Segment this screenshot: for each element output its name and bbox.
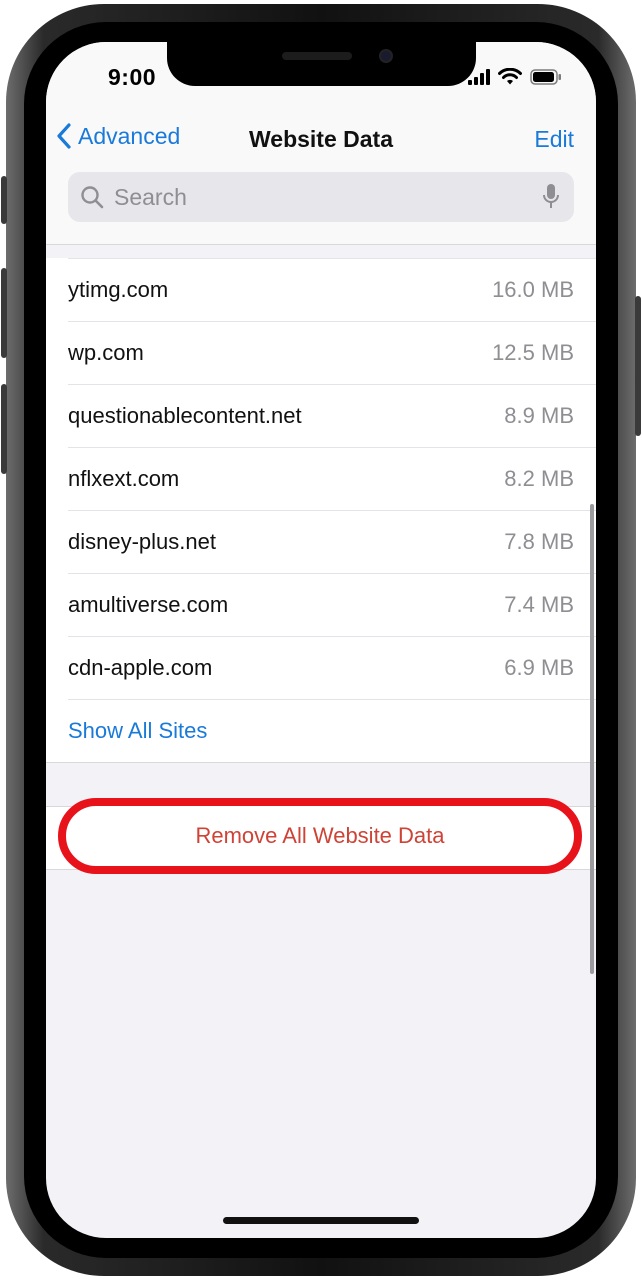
status-time: 9:00: [108, 64, 157, 90]
navigation-header: 9:00 Advanced Website Data Edit: [46, 42, 596, 245]
remove-all-website-data-button[interactable]: Remove All Website Data: [58, 798, 582, 874]
site-row-cdn-apple[interactable]: cdn-apple.com 6.9 MB: [68, 637, 596, 700]
site-domain: cdn-apple.com: [68, 655, 213, 680]
volume-down-button: [1, 384, 7, 474]
website-data-list: ytimg.com 16.0 MB wp.com 12.5 MB questio…: [46, 258, 596, 763]
volume-up-button: [1, 268, 7, 358]
site-size: 8.2 MB: [504, 466, 574, 491]
power-button: [635, 296, 641, 436]
page-title: Website Data: [248, 126, 393, 152]
site-domain: disney-plus.net: [68, 529, 216, 554]
site-size: 7.4 MB: [504, 592, 574, 617]
site-size: 16.0 MB: [492, 277, 574, 302]
remove-all-label: Remove All Website Data: [195, 823, 445, 848]
mute-switch: [1, 176, 7, 224]
search-icon: [80, 185, 104, 209]
microphone-icon[interactable]: [542, 183, 560, 211]
battery-icon: [530, 69, 562, 90]
site-domain: questionablecontent.net: [68, 403, 302, 428]
site-domain: nflxext.com: [68, 466, 180, 491]
search-input[interactable]: [112, 182, 542, 212]
site-row-wp[interactable]: wp.com 12.5 MB: [68, 322, 596, 385]
show-all-sites-row[interactable]: Show All Sites: [68, 700, 596, 762]
site-size: 7.8 MB: [504, 529, 574, 554]
home-indicator[interactable]: [223, 1217, 419, 1224]
site-row-disney-plus[interactable]: disney-plus.net 7.8 MB: [68, 511, 596, 574]
search-bar[interactable]: [68, 172, 574, 222]
wifi-icon: [498, 67, 522, 91]
site-size: 6.9 MB: [504, 655, 574, 680]
site-domain: amultiverse.com: [68, 592, 229, 617]
site-domain: wp.com: [68, 340, 144, 365]
site-size: 12.5 MB: [492, 340, 574, 365]
site-domain: ytimg.com: [68, 277, 169, 302]
site-row-amultiverse[interactable]: amultiverse.com 7.4 MB: [68, 574, 596, 637]
screen: 9:00 Advanced Website Data Edit Search y…: [46, 42, 596, 1238]
notch: [167, 42, 476, 86]
speaker-grille: [282, 52, 352, 60]
show-all-sites-link[interactable]: Show All Sites: [68, 718, 207, 744]
site-size: 8.9 MB: [504, 403, 574, 428]
site-row-ytimg[interactable]: ytimg.com 16.0 MB: [68, 259, 596, 322]
edit-button[interactable]: Edit: [534, 126, 574, 153]
status-icons: [468, 67, 562, 91]
scroll-indicator[interactable]: [590, 504, 594, 974]
site-row-nflxext[interactable]: nflxext.com 8.2 MB: [68, 448, 596, 511]
site-row-questionablecontent[interactable]: questionablecontent.net 8.9 MB: [68, 385, 596, 448]
front-camera: [379, 49, 393, 63]
